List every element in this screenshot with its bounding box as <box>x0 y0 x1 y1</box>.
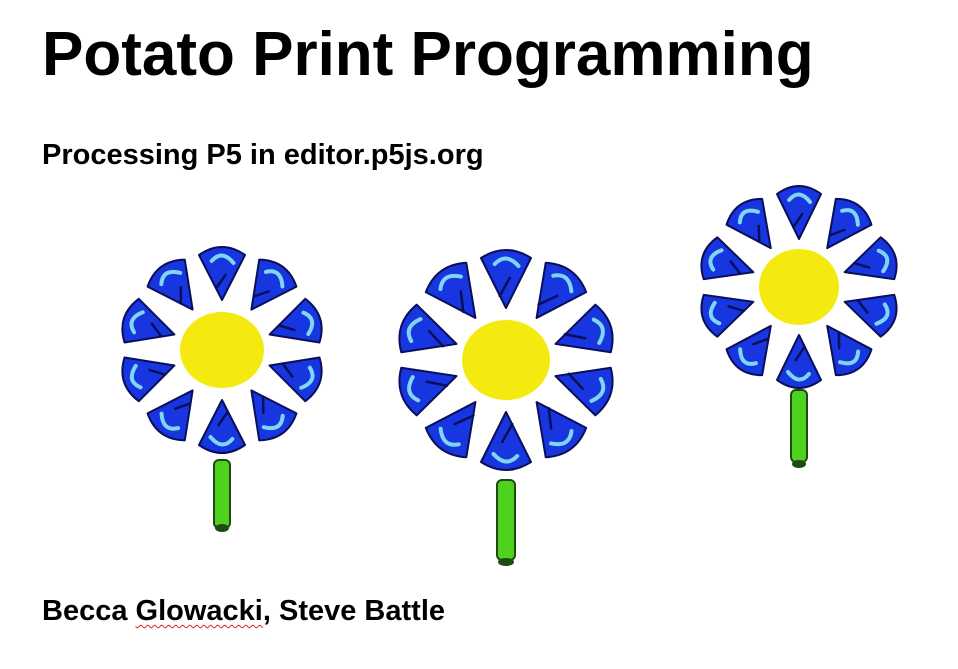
flower-1-petal <box>121 356 176 403</box>
flower-print-1 <box>121 246 323 532</box>
flower-2-stem <box>496 479 516 566</box>
flower-1-petal <box>198 399 246 454</box>
flower-3-center <box>759 249 839 325</box>
flower-3-petal <box>700 293 755 338</box>
flower-3-petal <box>843 293 898 338</box>
flower-3-stem <box>790 389 808 468</box>
flower-2-center <box>462 320 550 400</box>
slide-authors: Becca Glowacki, Steve Battle <box>42 594 445 629</box>
flower-print-2 <box>398 249 614 566</box>
flower-1-stem <box>213 459 231 532</box>
flower-1-center <box>180 312 264 388</box>
author-separator: , <box>262 595 271 627</box>
author-first-surname: Glowacki <box>135 595 263 627</box>
slide-subtitle: Processing P5 in editor.p5js.org <box>42 139 484 171</box>
flower-3-petal <box>776 185 822 240</box>
flower-2-petal <box>554 366 614 417</box>
flower-3-petal <box>776 334 822 389</box>
flower-print-3 <box>700 185 898 468</box>
flower-3-petal <box>700 236 755 281</box>
flower-1-petal <box>268 297 323 344</box>
flower-2-petal <box>398 366 458 417</box>
flower-3-petal <box>843 236 898 281</box>
author-first-name: Becca <box>42 595 128 627</box>
author-second: Steve Battle <box>278 595 445 627</box>
flower-2-petal <box>554 303 614 354</box>
flower-2-petal <box>398 303 458 354</box>
flower-2-petal <box>480 249 532 309</box>
slide-title: Potato Print Programming <box>42 20 814 89</box>
flower-2-petal <box>480 411 532 471</box>
flower-1-petal <box>121 297 176 344</box>
flower-1-petal <box>198 246 246 301</box>
flower-1-petal <box>268 356 323 403</box>
